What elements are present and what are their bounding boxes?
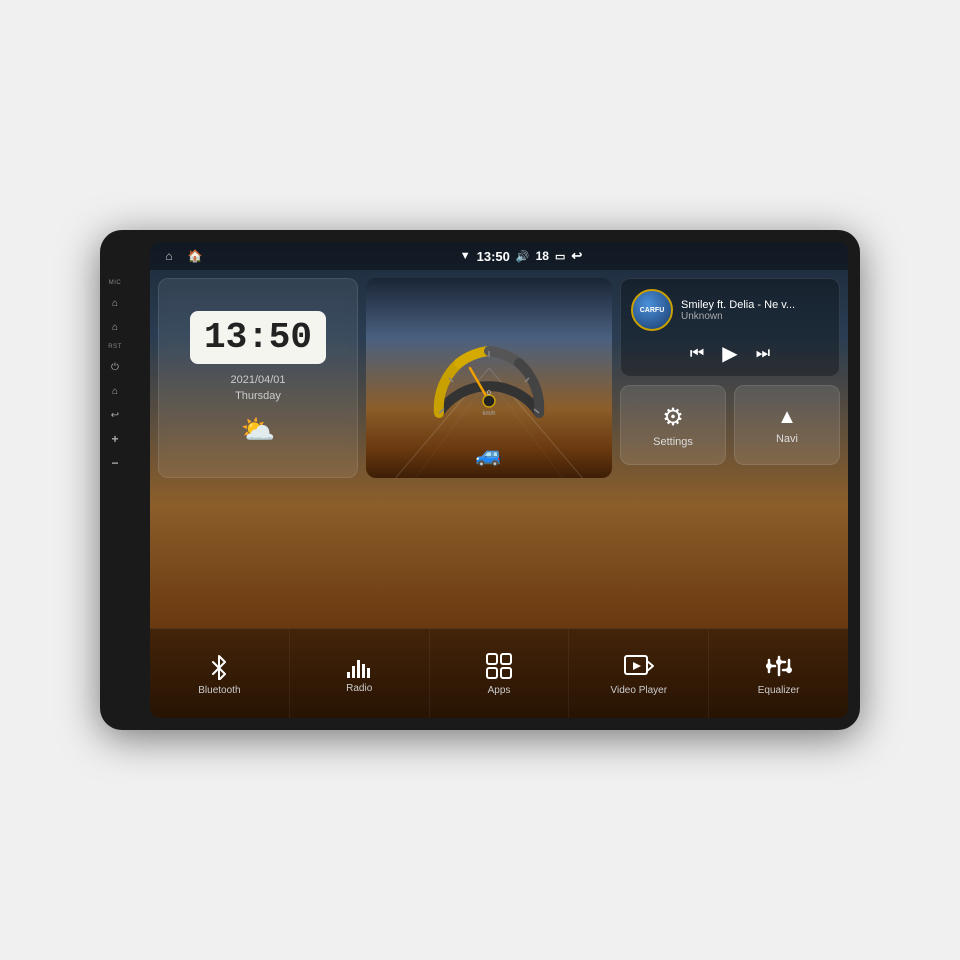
home-side-button[interactable]: ⌂ xyxy=(108,296,122,310)
equalizer-label: Equalizer xyxy=(758,685,800,696)
music-top: CARFU Smiley ft. Delia - Ne v... Unknown xyxy=(631,289,829,331)
music-controls: ⏮ ▶ ⏭ xyxy=(631,341,829,366)
status-bar: ⌂ 🏠 ▼ 13:50 🔊 18 ▭ ↩ xyxy=(150,242,848,270)
apps-label: Apps xyxy=(488,685,511,696)
apps-icon xyxy=(485,652,513,680)
bluetooth-label: Bluetooth xyxy=(198,685,240,696)
right-panel: CARFU Smiley ft. Delia - Ne v... Unknown… xyxy=(620,278,840,478)
radio-icon xyxy=(345,654,373,678)
volume-level: 18 xyxy=(536,249,549,263)
home2-side-button[interactable]: ⌂ xyxy=(108,320,122,334)
navi-label: Navi xyxy=(776,433,798,445)
radio-item[interactable]: Radio xyxy=(290,629,430,718)
clock-display: 13:50 xyxy=(190,311,326,364)
settings-button[interactable]: ⚙ Settings xyxy=(620,385,726,465)
music-widget: CARFU Smiley ft. Delia - Ne v... Unknown… xyxy=(620,278,840,377)
vol-down-button[interactable]: − xyxy=(108,456,122,470)
side-buttons: MIC ⌂ ⌂ RST ⏻ ⌂ ↩ + − xyxy=(108,280,122,470)
wifi-icon: ▼ xyxy=(460,250,471,262)
bluetooth-icon xyxy=(205,652,233,680)
main-screen: ⌂ 🏠 ▼ 13:50 🔊 18 ▭ ↩ 13:50 xyxy=(150,242,848,718)
settings-label: Settings xyxy=(653,436,693,448)
status-time: 13:50 xyxy=(477,249,510,264)
back-button[interactable]: ↩ xyxy=(108,408,122,422)
vol-up-button[interactable]: + xyxy=(108,432,122,446)
top-row: 13:50 2021/04/01 Thursday ⛅ xyxy=(158,278,840,478)
volume-icon: 🔊 xyxy=(516,250,530,263)
svg-text:km/h: km/h xyxy=(482,411,495,417)
prev-button[interactable]: ⏮ xyxy=(690,345,704,363)
rst-label: RST xyxy=(108,344,122,350)
music-info: Smiley ft. Delia - Ne v... Unknown xyxy=(681,299,829,322)
apps-item[interactable]: Apps xyxy=(430,629,570,718)
weather-icon: ⛅ xyxy=(241,413,276,446)
home-nav-icon[interactable]: ⌂ xyxy=(160,247,178,265)
music-logo: CARFU xyxy=(631,289,673,331)
next-button[interactable]: ⏭ xyxy=(756,345,770,363)
video-item[interactable]: Video Player xyxy=(569,629,709,718)
speedometer-svg: 0 km/h xyxy=(424,333,554,423)
music-artist: Unknown xyxy=(681,311,829,322)
status-left: ⌂ 🏠 xyxy=(160,247,204,265)
status-center: ▼ 13:50 🔊 18 ▭ ↩ xyxy=(460,248,583,264)
clock-widget: 13:50 2021/04/01 Thursday ⛅ xyxy=(158,278,358,478)
app-bar: Bluetooth Radio xyxy=(150,628,848,718)
navi-icon: ▲ xyxy=(777,406,797,429)
navi-button[interactable]: ▲ Navi xyxy=(734,385,840,465)
play-button[interactable]: ▶ xyxy=(722,341,737,366)
battery-icon: ▭ xyxy=(555,250,565,263)
radio-label: Radio xyxy=(346,683,372,694)
equalizer-icon xyxy=(765,652,793,680)
device: MIC ⌂ ⌂ RST ⏻ ⌂ ↩ + − ⌂ 🏠 ▼ 13:50 🔊 18 ▭… xyxy=(100,230,860,730)
video-icon xyxy=(624,652,654,680)
equalizer-item[interactable]: Equalizer xyxy=(709,629,848,718)
settings-icon: ⚙ xyxy=(662,403,684,432)
mic-label: MIC xyxy=(109,280,122,286)
video-label: Video Player xyxy=(611,685,668,696)
recents-nav-icon[interactable]: 🏠 xyxy=(186,247,204,265)
music-title: Smiley ft. Delia - Ne v... xyxy=(681,299,829,311)
bluetooth-item[interactable]: Bluetooth xyxy=(150,629,290,718)
quick-row: ⚙ Settings ▲ Navi xyxy=(620,385,840,465)
back-nav-icon[interactable]: ↩ xyxy=(571,248,582,264)
svg-text:0: 0 xyxy=(487,390,491,397)
car-emoji: 🚙 xyxy=(475,442,502,468)
clock-date: 2021/04/01 Thursday xyxy=(230,372,285,405)
power-button[interactable]: ⏻ xyxy=(108,360,122,374)
clock-time: 13:50 xyxy=(204,317,312,358)
main-content: 13:50 2021/04/01 Thursday ⛅ xyxy=(150,270,848,628)
speed-widget: 0 km/h 🚙 xyxy=(366,278,612,478)
home-button[interactable]: ⌂ xyxy=(108,384,122,398)
